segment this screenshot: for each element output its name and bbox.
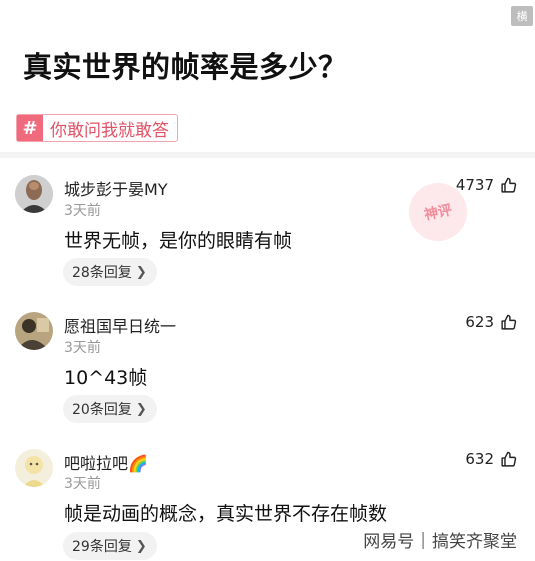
replies-label: 29条回复 [72, 539, 132, 555]
like-button[interactable]: 623 [465, 313, 517, 331]
avatar[interactable] [15, 312, 53, 350]
replies-button[interactable]: 29条回复 ❯ [63, 532, 157, 560]
comment-author[interactable]: 愿祖国早日统一 [64, 313, 176, 337]
thumbs-up-icon [501, 451, 517, 467]
watermark-account: 搞笑齐聚堂 [432, 532, 517, 552]
comment-text: 10^43帧 [64, 367, 148, 389]
comment-author[interactable]: 城步彭于晏MY [64, 176, 168, 200]
thumbs-up-icon [501, 177, 517, 193]
rainbow-emoji: 🌈 [128, 454, 148, 473]
thumbs-up-icon [501, 314, 517, 330]
topic-tag-label: 你敢问我就敢答 [50, 120, 169, 141]
like-count: 623 [465, 313, 494, 331]
comment-text: 帧是动画的概念，真实世界不存在帧数 [64, 503, 388, 525]
topic-tag[interactable]: # 你敢问我就敢答 [16, 114, 178, 142]
avatar[interactable] [15, 449, 53, 487]
comment-text: 世界无帧，是你的眼睛有帧 [64, 230, 293, 252]
comment-time: 3天前 [64, 340, 101, 356]
replies-label: 28条回复 [72, 265, 132, 281]
like-count: 632 [465, 450, 494, 468]
comment-time: 3天前 [64, 203, 101, 219]
replies-button[interactable]: 28条回复 ❯ [63, 258, 157, 286]
corner-tag: 横 [511, 6, 533, 26]
like-button[interactable]: 632 [465, 450, 517, 468]
watermark-separator: | [420, 529, 426, 550]
comment-author-label: 吧啦拉吧 [64, 454, 129, 473]
like-count: 4737 [455, 176, 494, 194]
comment-time: 3天前 [64, 476, 101, 492]
chevron-right-icon: ❯ [135, 401, 147, 417]
chevron-right-icon: ❯ [135, 264, 147, 280]
section-divider [0, 152, 535, 158]
hashtag-icon: # [17, 115, 43, 141]
post-title: 真实世界的帧率是多少？ [23, 50, 348, 84]
avatar[interactable] [15, 175, 53, 213]
like-button[interactable]: 4737 [456, 176, 517, 194]
comment-author[interactable]: 吧啦拉吧🌈 [64, 450, 148, 474]
replies-label: 20条回复 [72, 402, 132, 418]
chevron-right-icon: ❯ [135, 538, 147, 554]
watermark: 网易号 | 搞笑齐聚堂 [363, 527, 517, 553]
replies-button[interactable]: 20条回复 ❯ [63, 395, 157, 423]
watermark-brand: 网易号 [363, 532, 415, 552]
